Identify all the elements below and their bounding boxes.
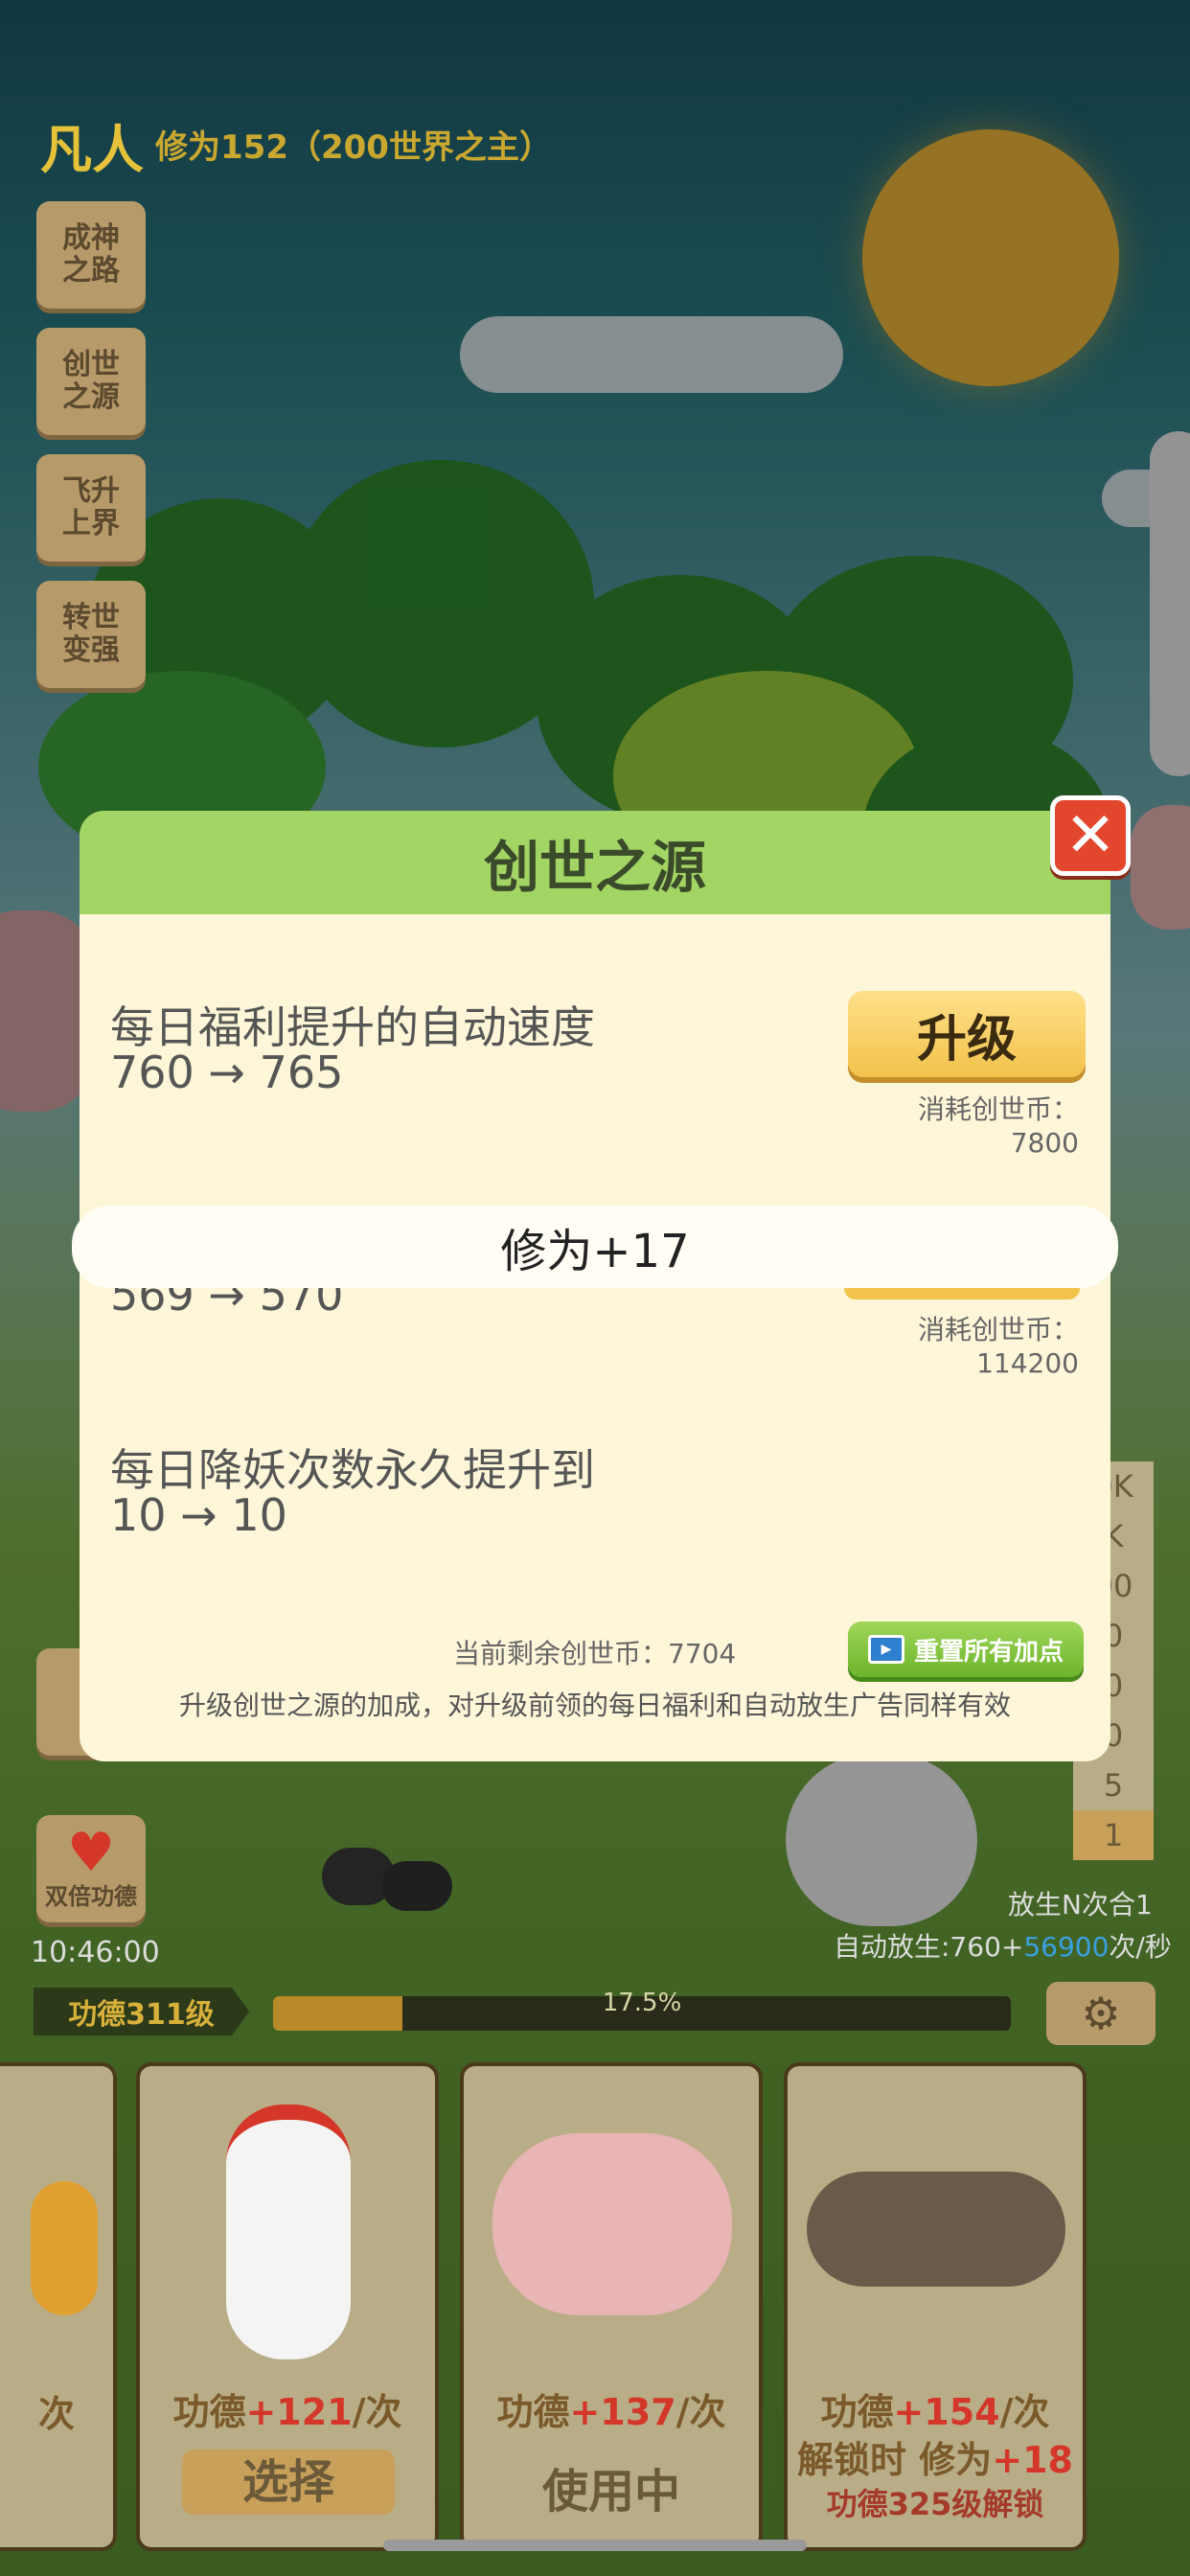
gear-icon: ⚙ — [1081, 1988, 1121, 2039]
card-merit-label: 功德+121/次 — [140, 2382, 435, 2435]
animal-card-rooster[interactable]: 功德+121/次 选择 — [136, 2062, 439, 2551]
double-merit-button[interactable]: ♥ 双倍功德 — [36, 1815, 146, 1922]
unlock-requirement: 功德325级解锁 — [826, 2486, 1044, 2522]
sidebar-button-path-to-godhood[interactable]: 成神 之路 — [36, 201, 146, 309]
sidebar-button-label: 创世 之源 — [62, 347, 120, 414]
modal-header: 创世之源 — [80, 811, 1110, 914]
merit-suffix: /次 — [352, 2391, 402, 2433]
pig-icon — [492, 2133, 732, 2315]
close-icon: ✕ — [1064, 800, 1116, 871]
merit-value: +121 — [245, 2391, 353, 2433]
heart-icon: ♥ — [66, 1822, 116, 1885]
merit-prefix: 功德 — [496, 2391, 570, 2433]
unlock-value: +18 — [992, 2439, 1073, 2481]
settings-button[interactable]: ⚙ — [1046, 1982, 1156, 2045]
merit-progress-text: 17.5% — [602, 1989, 682, 2017]
sidebar-button-label: 转世 变强 — [62, 600, 120, 667]
sidebar-button-label: 飞升 上界 — [62, 473, 120, 540]
rooster-icon — [226, 2104, 351, 2359]
ferret-icon — [807, 2172, 1065, 2287]
merit-suffix: /次 — [675, 2391, 726, 2433]
rank-label: 凡人 — [40, 120, 144, 180]
video-icon: ▶ — [867, 1635, 904, 1664]
upgrade-item-value: 10 → 10 — [110, 1489, 287, 1541]
auto-release-suffix: 次/秒 — [1109, 1931, 1172, 1963]
unlock-bonus-label: 解锁时 修为+18 — [788, 2430, 1083, 2483]
reset-points-label: 重置所有加点 — [913, 1637, 1064, 1667]
close-button[interactable]: ✕ — [1050, 795, 1131, 876]
ladder-step[interactable]: 1 — [1073, 1810, 1154, 1860]
ladder-step[interactable]: 5 — [1073, 1760, 1154, 1810]
sidebar-button-creation-source[interactable]: 创世 之源 — [36, 328, 146, 435]
unlock-prefix: 解锁时 修为 — [797, 2439, 993, 2481]
auto-release-bonus: 56900 — [1023, 1931, 1110, 1963]
upgrade-cost: 消耗创世币：7800 — [917, 1093, 1079, 1159]
select-button[interactable]: 选择 — [182, 2450, 395, 2515]
merit-suffix: /次 — [999, 2391, 1050, 2433]
merit-value: +154 — [893, 2391, 1000, 2433]
cultivation-label: 修为152（200世界之主） — [155, 128, 552, 167]
auto-release-rate: 自动放生:760+56900次/秒 — [834, 1926, 1172, 1965]
merit-value: +137 — [569, 2391, 676, 2433]
animal-card-ferret[interactable]: 功德+154/次 解锁时 修为+18 功德325级解锁 — [784, 2062, 1087, 2551]
animal-card-pig[interactable]: 功德+137/次 使用中 — [460, 2062, 763, 2551]
modal-title: 创世之源 — [483, 835, 706, 900]
merit-prefix: 功德 — [820, 2391, 894, 2433]
upgrade-item-value: 760 → 765 — [110, 1046, 344, 1098]
card-merit-label: 功德+137/次 — [464, 2382, 759, 2435]
merit-prefix: 功德 — [172, 2391, 246, 2433]
animal-card[interactable]: 次 — [0, 2062, 117, 2551]
sidebar-button-ascend[interactable]: 飞升 上界 — [36, 454, 146, 562]
sidebar-button-reincarnate[interactable]: 转世 变强 — [36, 581, 146, 688]
flower-icon — [31, 2181, 98, 2315]
home-indicator[interactable] — [383, 2540, 807, 2551]
upgrade-button-partial — [844, 1286, 1080, 1300]
release-merge-label: 放生N次合1 — [1008, 1889, 1153, 1920]
clock-label: 10:46:00 — [31, 1936, 160, 1969]
in-use-label: 使用中 — [541, 2465, 680, 2518]
cultivation-toast: 修为+17 — [72, 1206, 1118, 1288]
remaining-coins: 当前剩余创世币：7704 — [453, 1638, 737, 1669]
auto-release-prefix: 自动放生:760+ — [834, 1931, 1024, 1963]
card-merit-label: 次 — [38, 2393, 76, 2435]
double-merit-label: 双倍功德 — [45, 1883, 137, 1911]
reset-points-button[interactable]: ▶ 重置所有加点 — [848, 1622, 1084, 1677]
upgrade-button[interactable]: 升级 — [848, 991, 1086, 1077]
merit-progress-fill — [273, 1996, 402, 2031]
game-scene: 凡人 修为152（200世界之主） 成神 之路 创世 之源 飞升 上界 转世 变… — [0, 0, 1190, 2576]
upgrade-cost: 消耗创世币：114200 — [917, 1314, 1079, 1379]
sidebar-button-label: 成神 之路 — [62, 220, 120, 288]
card-merit-label: 功德+154/次 — [788, 2382, 1083, 2435]
modal-footnote: 升级创世之源的加成，对升级前领的每日福利和自动放生广告同样有效 — [178, 1690, 1011, 1721]
merit-level-badge: 功德311级 — [34, 1988, 249, 2036]
